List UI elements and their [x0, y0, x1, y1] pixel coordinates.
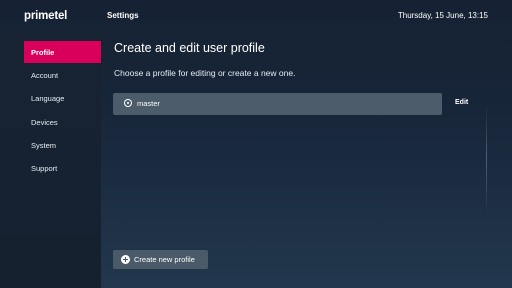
- radio-selected-icon[interactable]: [124, 99, 132, 107]
- sidebar-item-label: System: [31, 140, 57, 150]
- create-new-profile-button[interactable]: Create new profile: [113, 250, 208, 269]
- edit-profile-button[interactable]: Edit: [455, 99, 468, 106]
- profile-row-master[interactable]: master: [113, 93, 442, 115]
- page-section-title: Settings: [107, 11, 139, 20]
- sidebar-item-system[interactable]: System: [24, 134, 101, 156]
- primetel-logo: primetel: [24, 10, 68, 22]
- top-bar: primetel Settings Thursday, 15 June, 13:…: [0, 0, 512, 32]
- plus-circle-icon: [121, 255, 130, 264]
- sidebar-item-label: Devices: [31, 117, 58, 127]
- create-profile-label: Create new profile: [134, 255, 195, 264]
- scrollbar-track: [486, 104, 487, 214]
- page-heading: Create and edit user profile: [114, 41, 265, 55]
- sidebar-item-profile[interactable]: Profile: [24, 41, 101, 63]
- sidebar-item-language[interactable]: Language: [24, 87, 101, 109]
- sidebar-item-support[interactable]: Support: [24, 157, 101, 179]
- sidebar-item-label: Language: [31, 93, 65, 103]
- sidebar-item-label: Profile: [31, 47, 55, 57]
- sidebar-item-account[interactable]: Account: [24, 64, 101, 86]
- sidebar-item-devices[interactable]: Devices: [24, 111, 101, 133]
- sidebar-item-label: Account: [31, 70, 59, 80]
- date-time-display: Thursday, 15 June, 13:15: [397, 11, 488, 20]
- sidebar-item-label: Support: [31, 163, 58, 173]
- profile-name: master: [137, 99, 160, 108]
- page-subheading: Choose a profile for editing or create a…: [114, 68, 296, 78]
